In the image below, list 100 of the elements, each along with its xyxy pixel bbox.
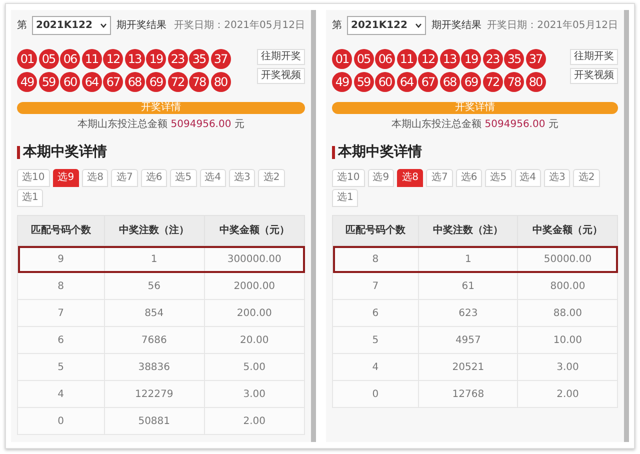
tab[interactable]: 选1 <box>17 189 44 207</box>
number-ball: 59 <box>354 72 374 92</box>
number-ball: 59 <box>38 72 58 92</box>
number-ball: 80 <box>526 72 546 92</box>
table-cell: 7 <box>18 300 104 326</box>
tab[interactable]: 选1 <box>332 189 358 207</box>
column-header: 匹配号码个数 <box>332 216 418 246</box>
tab[interactable]: 选9 <box>52 169 80 187</box>
table-cell: 5 <box>18 354 104 380</box>
table-cell: 4 <box>18 380 104 408</box>
table-cell: 20521 <box>418 354 518 380</box>
column-header: 中奖金额（元） <box>518 216 618 246</box>
tab[interactable]: 选5 <box>485 169 512 187</box>
number-ball: 49 <box>17 72 37 92</box>
table-cell: 10.00 <box>518 326 618 354</box>
total-amount-text: 本期山东投注总金额 5094956.00 元 <box>76 118 246 132</box>
tab[interactable]: 选2 <box>258 169 285 187</box>
number-ball: 23 <box>482 49 502 69</box>
tab[interactable]: 选10 <box>332 169 365 187</box>
number-ball: 78 <box>189 72 209 92</box>
number-ball: 64 <box>396 72 416 92</box>
number-ball: 37 <box>210 49 230 69</box>
period-select[interactable]: 2021K122 <box>32 16 112 35</box>
tab[interactable]: 选8 <box>397 169 424 187</box>
table-cell: 0 <box>18 408 104 434</box>
tab[interactable]: 选4 <box>200 169 226 187</box>
number-ball: 06 <box>375 49 395 69</box>
tab[interactable]: 选4 <box>514 169 541 187</box>
column-header: 中奖注数（注） <box>418 216 518 246</box>
tab[interactable]: 选6 <box>140 169 168 187</box>
section-title: 本期中奖详情 <box>338 142 422 162</box>
number-ball: 67 <box>418 72 438 92</box>
tab[interactable]: 选10 <box>17 169 50 187</box>
number-ball: 64 <box>82 72 102 92</box>
table-cell: 6 <box>332 300 418 326</box>
period-prefix: 第 <box>332 19 342 33</box>
table-cell: 854 <box>104 300 204 326</box>
number-ball: 60 <box>60 72 80 92</box>
number-ball: 72 <box>168 72 188 92</box>
number-ball: 68 <box>440 72 460 92</box>
tab[interactable]: 选7 <box>426 169 453 187</box>
table-cell: 4 <box>332 354 418 380</box>
tab[interactable]: 选2 <box>573 169 600 187</box>
table-cell: 5.00 <box>204 354 304 380</box>
number-ball: 69 <box>146 72 166 92</box>
number-ball: 35 <box>189 49 209 69</box>
number-ball: 13 <box>124 49 144 69</box>
number-ball: 67 <box>103 72 123 92</box>
table-cell: 3.00 <box>204 380 304 408</box>
side-button[interactable]: 开奖视频 <box>570 68 618 84</box>
column-header: 中奖注数（注） <box>104 216 204 246</box>
period-select[interactable]: 2021K122 <box>347 16 426 35</box>
table-cell: 61 <box>418 272 518 300</box>
total-amount-text: 本期山东投注总金额 5094956.00 元 <box>390 118 560 132</box>
table-cell: 4957 <box>418 326 518 354</box>
tab[interactable]: 选9 <box>368 169 394 187</box>
tab[interactable]: 选6 <box>456 169 482 187</box>
number-ball: 69 <box>461 72 481 92</box>
table-cell: 12768 <box>418 380 518 408</box>
number-ball: 12 <box>103 49 123 69</box>
table-cell: 6 <box>18 326 104 354</box>
side-button[interactable]: 往期开奖 <box>570 49 618 65</box>
number-ball: 19 <box>461 49 481 69</box>
tab[interactable]: 选3 <box>544 169 570 187</box>
table-cell: 3.00 <box>518 354 618 380</box>
table-cell: 20.00 <box>204 326 304 354</box>
table-cell: 7686 <box>104 326 204 354</box>
tab[interactable]: 选8 <box>82 169 108 187</box>
column-header: 中奖金额（元） <box>204 216 304 246</box>
draw-date: 开奖日期：2021年05月12日 <box>174 18 305 33</box>
number-ball: 60 <box>375 72 395 92</box>
number-ball: 78 <box>504 72 524 92</box>
side-button[interactable]: 开奖视频 <box>257 68 305 84</box>
table-cell: 9 <box>18 246 104 272</box>
number-ball: 80 <box>210 72 230 92</box>
table-cell: 5 <box>332 326 418 354</box>
table-cell: 8 <box>332 246 418 272</box>
number-ball: 35 <box>504 49 524 69</box>
number-ball: 11 <box>396 49 416 69</box>
number-ball: 06 <box>60 49 80 69</box>
number-ball: 49 <box>332 72 352 92</box>
tab[interactable]: 选7 <box>111 169 138 187</box>
column-header: 匹配号码个数 <box>18 216 104 246</box>
tab[interactable]: 选5 <box>170 169 197 187</box>
section-title: 本期中奖详情 <box>23 142 107 162</box>
number-ball: 05 <box>38 49 58 69</box>
number-ball: 11 <box>82 49 102 69</box>
table-cell: 38836 <box>104 354 204 380</box>
table-cell: 56 <box>104 272 204 300</box>
number-ball: 72 <box>482 72 502 92</box>
table-cell: 200.00 <box>204 300 304 326</box>
period-suffix: 期开奖结果 <box>116 18 166 33</box>
table-cell: 800.00 <box>518 272 618 300</box>
number-ball: 12 <box>418 49 438 69</box>
tab[interactable]: 选3 <box>228 169 256 187</box>
side-button[interactable]: 往期开奖 <box>257 49 305 65</box>
table-cell: 2.00 <box>518 380 618 408</box>
number-ball: 37 <box>526 49 546 69</box>
draw-date: 开奖日期：2021年05月12日 <box>487 18 618 33</box>
number-ball: 05 <box>354 49 374 69</box>
